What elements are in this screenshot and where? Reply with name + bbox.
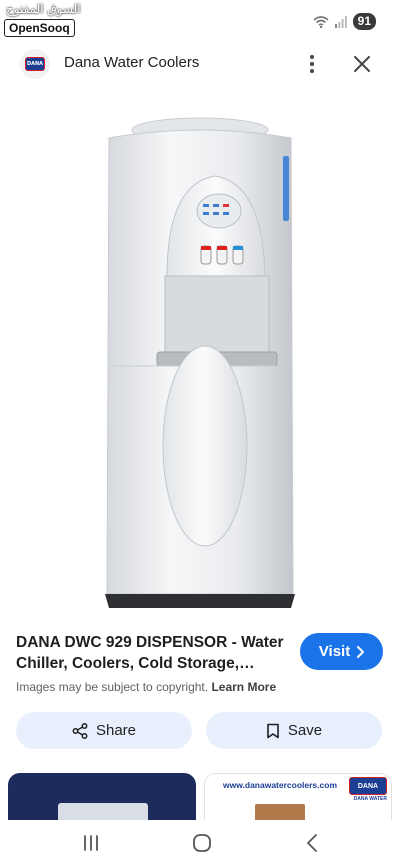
system-navigation-bar [0, 820, 400, 867]
site-logo[interactable]: DANA [20, 49, 50, 79]
share-label: Share [95, 722, 137, 739]
related-logo-subtitle: DANA WATER [353, 796, 387, 802]
wifi-icon [313, 15, 329, 28]
signal-icon [334, 15, 347, 28]
watermark-arabic-text: السوق المفتوح [6, 2, 81, 16]
vertical-dots-icon [310, 55, 314, 73]
recents-icon[interactable] [80, 832, 102, 854]
share-icon [72, 722, 88, 739]
chevron-right-icon [357, 645, 365, 658]
visit-button[interactable]: Visit [300, 633, 383, 670]
learn-more-link[interactable]: Learn More [211, 680, 276, 694]
visit-label: Visit [318, 643, 351, 660]
water-dispenser-image [105, 117, 295, 608]
battery-level-badge: 91 [352, 13, 376, 30]
copyright-text: Images may be subject to copyright. [16, 680, 209, 694]
home-icon[interactable] [190, 831, 214, 855]
related-result-card[interactable]: www.danawatercoolers.com DANA DANA WATER [204, 773, 392, 823]
viewer-header: DANA Dana Water Coolers [0, 44, 400, 84]
related-url-text: www.danawatercoolers.com [223, 780, 337, 790]
result-title[interactable]: DANA DWC 929 DISPENSOR - Water Chiller, … [16, 632, 286, 674]
image-preview[interactable] [0, 86, 400, 620]
share-button[interactable]: Share [16, 712, 192, 749]
save-label: Save [287, 722, 323, 739]
opensooq-watermark: السوق المفتوح OpenSooq [4, 2, 81, 37]
result-info: DANA DWC 929 DISPENSOR - Water Chiller, … [16, 632, 286, 674]
related-results: www.danawatercoolers.com DANA DANA WATER [0, 773, 400, 823]
back-icon[interactable] [302, 832, 324, 854]
close-icon[interactable] [350, 52, 374, 76]
site-name[interactable]: Dana Water Coolers [64, 54, 199, 71]
x-icon [354, 56, 370, 72]
bookmark-icon [267, 723, 279, 738]
status-icons: 91 [313, 13, 376, 30]
status-bar: السوق المفتوح OpenSooq 91 [0, 0, 400, 44]
related-result-card[interactable] [8, 773, 196, 823]
related-dana-logo: DANA [349, 777, 387, 795]
more-options-icon[interactable] [300, 52, 324, 76]
copyright-notice: Images may be subject to copyright. Lear… [16, 680, 276, 694]
dana-logo-mark: DANA [25, 57, 45, 71]
save-button[interactable]: Save [206, 712, 382, 749]
watermark-brand-text: OpenSooq [4, 19, 75, 37]
